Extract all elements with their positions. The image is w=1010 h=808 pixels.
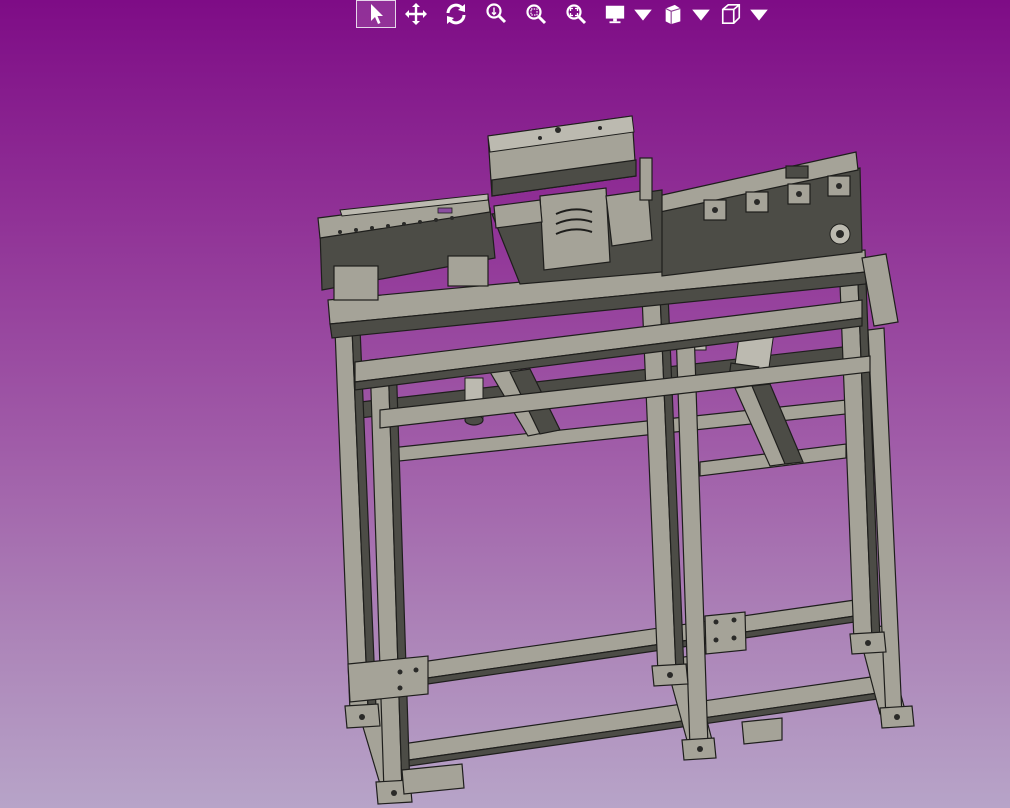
cursor-arrow-icon: [371, 4, 383, 24]
chevron-down-icon: [750, 9, 768, 21]
foot-pad-7: [741, 717, 783, 745]
chevron-down-icon: [634, 9, 652, 21]
display-mode-dropdown[interactable]: [596, 0, 654, 28]
feed-head-guide-post: [639, 157, 653, 201]
bottom-back-rail: [399, 599, 856, 683]
standard-views-dropdown[interactable]: [712, 0, 770, 28]
chevron-down-icon: [692, 9, 710, 21]
left-conveyor-block: [333, 265, 379, 301]
pan-button[interactable]: [396, 0, 436, 28]
bottom-front-rail: [394, 674, 886, 763]
render-mode-dropdown[interactable]: [654, 0, 712, 28]
bottom-back-rail-side: [399, 615, 856, 689]
foot-plate-8: [401, 763, 465, 795]
shading-icon: [665, 4, 681, 25]
zoom-fit-icon: [566, 4, 587, 25]
cube-view-icon: [721, 4, 741, 24]
zoom-icon: [486, 3, 507, 24]
3d-viewport[interactable]: .m { fill:#a5a398; stroke:#1e1e1c; strok…: [0, 0, 1010, 808]
rotate-icon: [446, 3, 466, 25]
zoom-fit-button[interactable]: [556, 0, 596, 28]
monitor-icon: [605, 5, 625, 24]
pan-move-icon: [405, 3, 427, 25]
rotate-button[interactable]: [436, 0, 476, 28]
bottom-front-rail-side: [394, 691, 886, 769]
zoom-window-button[interactable]: [516, 0, 556, 28]
zoom-window-icon: [526, 4, 547, 25]
left-conveyor-block-2: [447, 255, 489, 287]
gusset-plate-center: [704, 611, 747, 655]
select-button[interactable]: [356, 0, 396, 28]
sensor-box: [785, 165, 809, 179]
cad-model-frame[interactable]: .m { fill:#a5a398; stroke:#1e1e1c; strok…: [0, 0, 1010, 808]
zoom-button[interactable]: [476, 0, 516, 28]
view-toolbar: [356, 0, 770, 30]
gusset-plate-left: [347, 655, 429, 703]
